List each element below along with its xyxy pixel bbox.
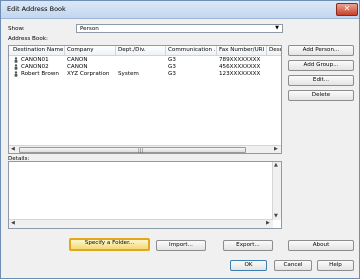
ok-button[interactable]: OK — [230, 260, 267, 271]
scroll-down-icon[interactable]: ▼ — [274, 213, 278, 219]
column-header-description[interactable]: Desc — [269, 47, 281, 53]
column-header-company[interactable]: Company — [67, 47, 117, 53]
destination-name: Robert Brown — [21, 71, 59, 77]
import-button[interactable]: Import... — [156, 240, 206, 251]
scroll-right-icon[interactable]: ▶ — [274, 146, 278, 152]
destination-name: CANON01 — [21, 57, 49, 63]
person-icon — [14, 71, 18, 77]
list-item[interactable]: CANON02 CANON G3 456XXXXXXXX — [9, 64, 281, 71]
edit-address-book-dialog: Edit Address Book ✕ Show: Person ▼ Addre… — [0, 0, 360, 279]
address-book-list[interactable]: Destination Name Company Dept./Div. Comm… — [8, 45, 282, 154]
company: XYZ Corpration — [67, 71, 110, 77]
close-button[interactable]: ✕ — [336, 3, 358, 16]
details-panel: ▲ ▼ ◀ ▶ — [8, 161, 282, 229]
show-select-value: Person — [80, 26, 99, 32]
specify-folder-button[interactable]: Specify a Folder... — [69, 238, 150, 251]
window-title: Edit Address Book — [7, 5, 66, 13]
add-group-button[interactable]: Add Group... — [288, 60, 354, 71]
communication: G3 — [168, 64, 176, 70]
scrollbar-thumb[interactable]: ||| — [19, 147, 246, 153]
show-label: Show: — [8, 26, 25, 32]
vertical-scrollbar[interactable]: ▲ ▼ — [272, 162, 281, 220]
export-button[interactable]: Export... — [223, 240, 273, 251]
horizontal-scrollbar[interactable]: ◀ ||| ▶ — [9, 145, 281, 153]
delete-button[interactable]: Delete — [288, 90, 354, 101]
scroll-right-icon[interactable]: ▶ — [266, 220, 270, 226]
communication: G3 — [168, 71, 176, 77]
list-header: Destination Name Company Dept./Div. Comm… — [9, 46, 281, 56]
column-header-destination[interactable]: Destination Name — [13, 47, 63, 53]
dept: System — [118, 71, 139, 77]
show-select[interactable]: Person ▼ — [76, 24, 283, 33]
address-book-label: Address Book: — [8, 36, 48, 42]
column-header-fax[interactable]: Fax Number/URI — [219, 47, 269, 53]
destination-name: CANON02 — [21, 64, 49, 70]
cancel-button[interactable]: Cancel — [274, 260, 312, 271]
title-bar: Edit Address Book ✕ — [1, 1, 359, 19]
help-button[interactable]: Help — [317, 260, 354, 271]
edit-button[interactable]: Edit... — [288, 75, 354, 86]
about-button[interactable]: About — [288, 240, 354, 251]
fax-number: 123XXXXXXXX — [219, 71, 261, 77]
person-icon — [14, 57, 18, 63]
grip-icon: ||| — [138, 148, 144, 154]
fax-number: 789XXXXXXXX — [219, 57, 261, 63]
scroll-left-icon[interactable]: ◀ — [11, 220, 15, 226]
fax-number: 456XXXXXXXX — [219, 64, 261, 70]
add-person-button[interactable]: Add Person... — [288, 45, 354, 56]
person-icon — [14, 64, 18, 70]
list-item[interactable]: CANON01 CANON G3 789XXXXXXXX — [9, 57, 281, 64]
communication: G3 — [168, 57, 176, 63]
close-icon: ✕ — [343, 4, 351, 13]
company: CANON — [67, 64, 88, 70]
dropdown-arrow-icon: ▼ — [275, 25, 279, 31]
scroll-left-icon[interactable]: ◀ — [11, 146, 15, 152]
column-header-communication[interactable]: Communication ... — [168, 47, 216, 53]
list-item[interactable]: Robert Brown XYZ Corpration System G3 12… — [9, 71, 281, 78]
scroll-up-icon[interactable]: ▲ — [274, 162, 278, 168]
details-horizontal-scrollbar[interactable]: ◀ ▶ — [9, 219, 273, 228]
company: CANON — [67, 57, 88, 63]
column-header-dept[interactable]: Dept./Div. — [118, 47, 166, 53]
